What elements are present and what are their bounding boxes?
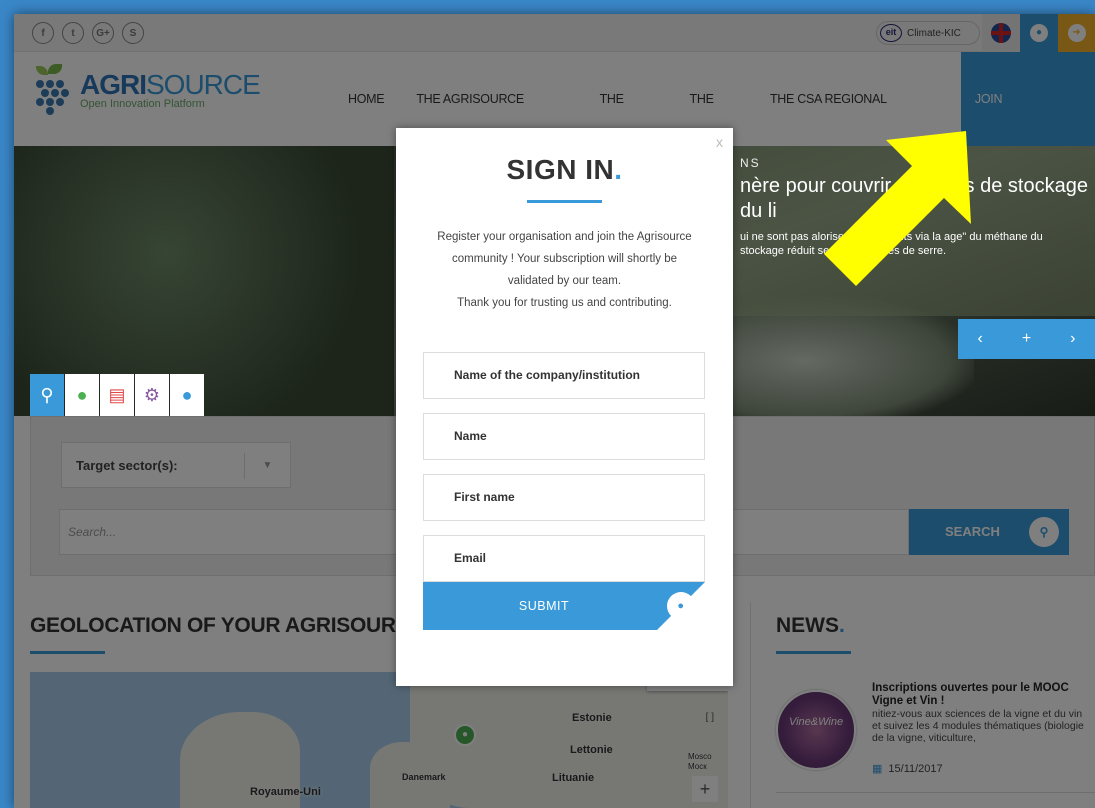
map-label: Danemark — [402, 772, 446, 782]
map-label: Lituanie — [552, 772, 595, 784]
map-label: Моск — [688, 762, 707, 771]
divider — [30, 651, 105, 654]
modal-description: Register your organisation and join the … — [437, 231, 692, 309]
lock-icon: ● — [1030, 24, 1048, 42]
eit-logo: eit — [880, 24, 902, 42]
map[interactable]: Plan Satellite Estonie Lettonie Lituanie… — [30, 672, 728, 808]
divider — [776, 651, 851, 654]
map-marker[interactable]: ● — [454, 724, 476, 746]
slider-more-button[interactable]: + — [1022, 330, 1031, 348]
target-sector-label: Target sector(s): — [76, 457, 178, 473]
login-button[interactable]: ● — [1020, 14, 1058, 52]
news-title: NEWS. — [776, 614, 845, 637]
close-button[interactable]: x — [716, 134, 723, 150]
fullscreen-icon[interactable]: [ ] — [706, 712, 714, 723]
map-label: Royaume-Uni — [250, 786, 321, 798]
submit-button[interactable]: SUBMIT ● — [423, 582, 705, 630]
page: f t G+ S eit Climate-KIC ● ➜ AGRISOURCE … — [14, 14, 1095, 808]
search-tabs: ⚲ ● ▤ ⚙ ● — [30, 374, 205, 416]
divider — [776, 792, 1095, 793]
social-links: f t G+ S — [32, 22, 144, 44]
twitter-icon[interactable]: t — [62, 22, 84, 44]
annotation-arrow-icon — [824, 131, 971, 286]
search-button-label: SEARCH — [945, 524, 1000, 539]
brand-name: AGRISOURCE — [80, 69, 261, 100]
modal-title: SIGN IN. — [506, 154, 623, 185]
news-excerpt: nitiez-vous aux sciences de la vigne et … — [872, 708, 1084, 744]
news-headline[interactable]: Inscriptions ouvertes pour le MOOC Vigne… — [872, 682, 1087, 708]
sign-in-modal: x SIGN IN. Register your organisation an… — [396, 128, 733, 686]
user-icon: ● — [667, 592, 695, 620]
google-plus-icon[interactable]: G+ — [92, 22, 114, 44]
exit-icon: ➜ — [1067, 24, 1086, 42]
first-name-field[interactable]: First name — [423, 474, 705, 521]
name-field[interactable]: Name — [423, 413, 705, 460]
water-drop-icon[interactable]: ● — [170, 374, 204, 416]
company-field[interactable]: Name of the company/institution — [423, 352, 705, 399]
gear-icon[interactable]: ⚙ — [135, 374, 169, 416]
news-thumbnail: Vine&Wine — [776, 690, 856, 770]
zoom-in-button[interactable]: + — [692, 776, 718, 802]
divider — [527, 200, 602, 203]
slider-next-button[interactable]: › — [1070, 330, 1075, 348]
language-selector[interactable] — [982, 14, 1020, 52]
user-icon[interactable]: ● — [65, 374, 99, 416]
document-icon[interactable]: ▤ — [100, 374, 134, 416]
slider-prev-button[interactable]: ‹ — [978, 330, 983, 348]
geolocation-title: GEOLOCATION OF YOUR AGRISOUR — [30, 614, 396, 637]
news-date: ▦ 15/11/2017 — [872, 763, 943, 775]
slider-controls: ‹ + › — [958, 319, 1095, 359]
nav-home[interactable]: HOME — [332, 52, 400, 146]
logout-button[interactable]: ➜ — [1058, 14, 1095, 52]
search-icon[interactable]: ⚲ — [30, 374, 64, 416]
climate-kic-link[interactable]: eit Climate-KIC — [876, 21, 980, 45]
map-label: Lettonie — [570, 744, 613, 756]
news-item[interactable]: Vine&Wine Inscriptions ouvertes pour le … — [776, 682, 1095, 782]
map-label: Estonie — [572, 712, 612, 724]
chevron-down-icon: ▼ — [244, 453, 290, 479]
column-divider — [750, 602, 751, 808]
map-label: Mosco — [688, 752, 712, 761]
partner-label: Climate-KIC — [907, 27, 961, 39]
skype-icon[interactable]: S — [122, 22, 144, 44]
target-sector-select[interactable]: Target sector(s): ▼ — [61, 442, 291, 488]
top-bar: f t G+ S eit Climate-KIC ● ➜ — [14, 14, 1095, 52]
calendar-icon: ▦ — [872, 763, 883, 775]
facebook-icon[interactable]: f — [32, 22, 54, 44]
email-field[interactable]: Email — [423, 535, 705, 582]
search-button[interactable]: SEARCH ⚲ — [909, 509, 1069, 555]
uk-flag-icon — [991, 23, 1011, 43]
browser-frame: f t G+ S eit Climate-KIC ● ➜ AGRISOURCE … — [14, 14, 1095, 808]
site-logo[interactable]: AGRISOURCE Open Innovation Platform — [32, 62, 261, 120]
grapes-logo-icon — [32, 62, 72, 120]
submit-label: SUBMIT — [518, 599, 570, 613]
search-icon: ⚲ — [1029, 517, 1059, 547]
